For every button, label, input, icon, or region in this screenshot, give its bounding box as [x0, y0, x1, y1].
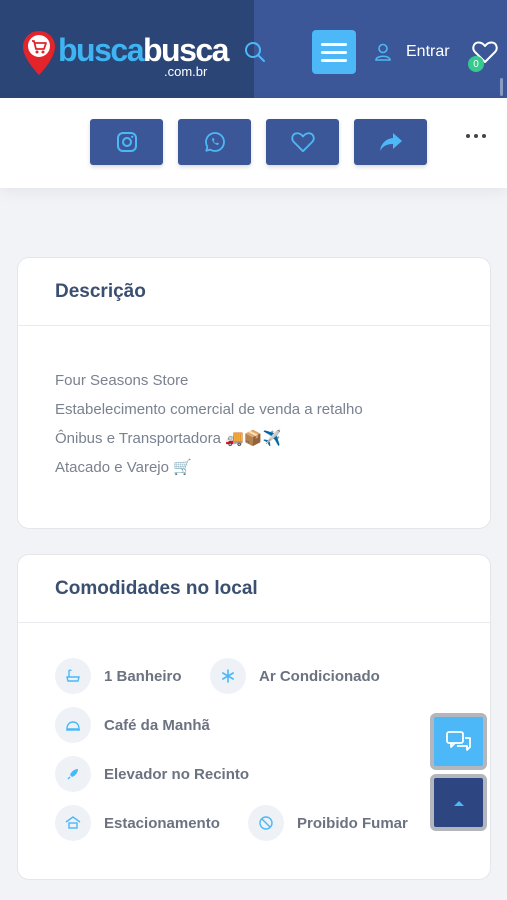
cloche-icon	[55, 707, 91, 743]
back-to-top-button[interactable]	[430, 774, 487, 831]
share-arrow-icon	[379, 133, 402, 151]
logo-part1: busca	[58, 32, 144, 68]
arrow-up-icon	[453, 800, 464, 806]
description-line: Estabelecimento comercial de venda a ret…	[55, 401, 363, 418]
menu-bar	[321, 50, 347, 54]
amenity-label: 1 Banheiro	[104, 667, 182, 685]
amenity-item: Proibido Fumar	[248, 805, 408, 841]
menu-bar	[321, 42, 347, 46]
map-pin-cart-icon	[23, 31, 55, 75]
amenity-item: Ar Condicionado	[210, 658, 380, 694]
share-bar	[0, 98, 507, 188]
share-button[interactable]	[354, 119, 427, 165]
chat-button[interactable]	[430, 713, 487, 770]
more-dot	[466, 134, 470, 138]
menu-bar	[321, 58, 347, 62]
chat-icon	[445, 730, 471, 751]
amenity-item: 1 Banheiro	[55, 658, 182, 694]
instagram-button[interactable]	[90, 119, 163, 165]
heart-icon	[290, 132, 315, 153]
more-dot	[474, 134, 478, 138]
amenity-item: Estacionamento	[55, 805, 220, 841]
rocket-icon	[55, 756, 91, 792]
favorites-count-badge: 0	[468, 56, 484, 72]
more-dot	[482, 134, 486, 138]
description-body: Four Seasons Store Estabelecimento comer…	[18, 326, 490, 482]
favorite-button[interactable]	[266, 119, 339, 165]
top-header: buscabusca .com.br Entrar 0	[0, 0, 507, 98]
amenity-label: Estacionamento	[104, 814, 220, 832]
amenity-item: Elevador no Recinto	[55, 756, 249, 792]
description-title: Descrição	[55, 280, 146, 302]
description-line: Atacado e Varejo 🛒	[55, 459, 192, 476]
garage-icon	[55, 805, 91, 841]
description-card: Descrição Four Seasons Store Estabelecim…	[17, 257, 491, 529]
amenity-label: Proibido Fumar	[297, 814, 408, 832]
logo-part2: busca	[142, 32, 229, 68]
description-line: Ônibus e Transportadora 🚚📦✈️	[55, 430, 282, 447]
amenities-card: Comodidades no local 1 Banheiro Ar Condi…	[17, 554, 491, 880]
more-options-button[interactable]	[466, 134, 486, 138]
description-header: Descrição	[18, 258, 490, 326]
amenity-label: Ar Condicionado	[259, 667, 380, 685]
amenities-list: 1 Banheiro Ar Condicionado Café da Manhã…	[18, 623, 490, 879]
login-link[interactable]: Entrar	[406, 43, 450, 61]
user-icon[interactable]	[374, 43, 392, 61]
description-line: Four Seasons Store	[55, 372, 189, 389]
search-icon[interactable]	[243, 40, 267, 64]
amenity-label: Elevador no Recinto	[104, 765, 250, 783]
logo-domain: .com.br	[164, 64, 208, 79]
amenities-header: Comodidades no local	[18, 555, 490, 623]
snowflake-icon	[210, 658, 246, 694]
instagram-icon	[116, 132, 137, 152]
amenity-item: Café da Manhã	[55, 707, 210, 743]
scrollbar[interactable]	[500, 78, 503, 96]
amenity-label: Café da Manhã	[104, 716, 210, 734]
amenities-title: Comodidades no local	[55, 577, 258, 599]
no-smoking-icon	[248, 805, 284, 841]
menu-button[interactable]	[312, 30, 356, 74]
bathtub-icon	[55, 658, 91, 694]
whatsapp-button[interactable]	[178, 119, 251, 165]
logo-wordmark: buscabusca	[58, 32, 229, 68]
whatsapp-icon	[204, 132, 225, 152]
